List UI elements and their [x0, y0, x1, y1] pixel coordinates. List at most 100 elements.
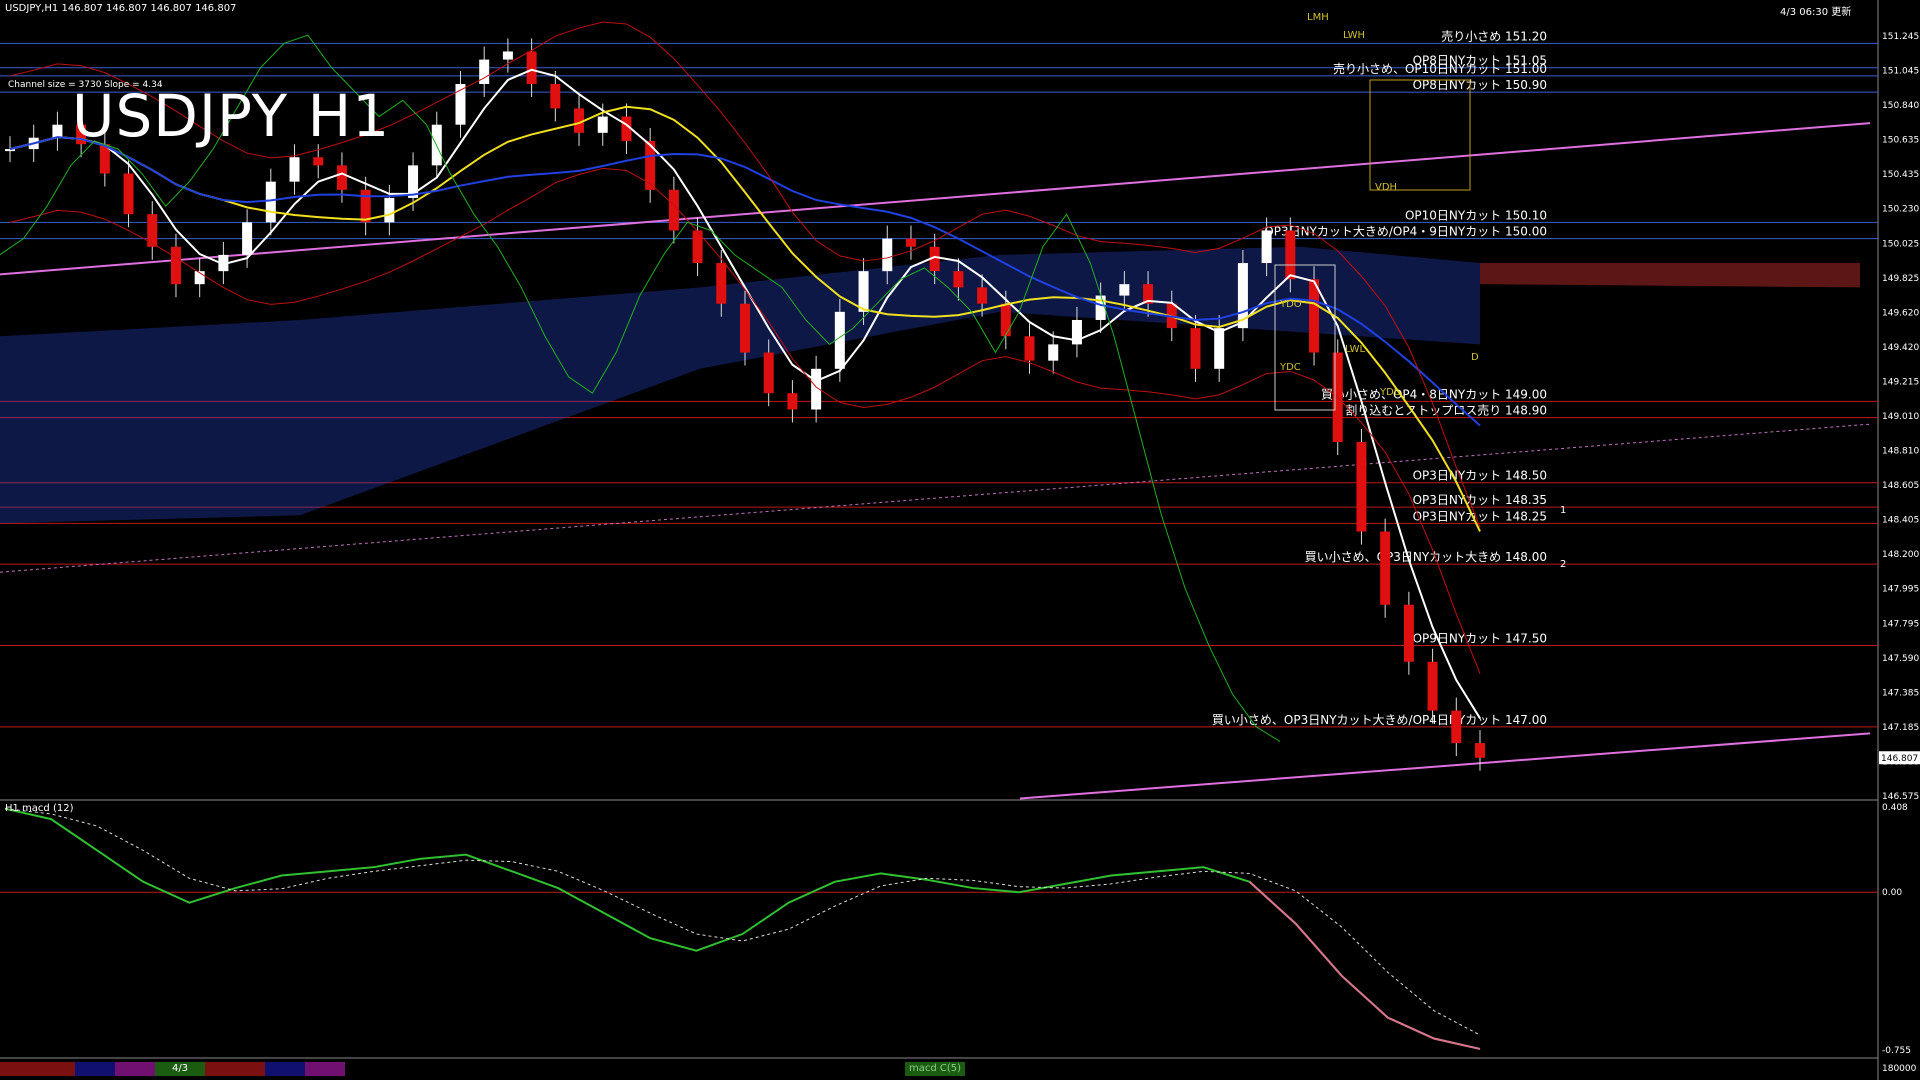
symbol-info: USDJPY,H1 146.807 146.807 146.807 146.80… [5, 3, 237, 14]
bottom-tab-bar[interactable]: 4/3 macd C(5) [0, 1062, 1880, 1076]
candle-body [502, 51, 513, 60]
box-label: LWH [1343, 30, 1365, 41]
ichimoku-cloud [0, 246, 1480, 524]
candle-body [526, 51, 537, 85]
price-tick-label: 147.185 [1882, 723, 1919, 733]
order-level-label: OP3日NYカット 148.25 [1413, 509, 1547, 523]
weekly-box [1369, 79, 1471, 191]
price-tick-label: 151.245 [1882, 32, 1919, 42]
price-tick-label: 148.605 [1882, 481, 1919, 491]
price-tick-label: 149.215 [1882, 377, 1919, 387]
candle-body [953, 271, 964, 288]
candle-body [123, 173, 134, 215]
box-label: VDH [1375, 182, 1397, 193]
box-label: LMH [1307, 12, 1329, 23]
macd-signal-line [4, 808, 1481, 1036]
candle-body [882, 238, 893, 272]
candle-body [787, 393, 798, 410]
order-level-label: OP3日NYカット 148.50 [1413, 469, 1547, 483]
candle-body [1261, 230, 1272, 264]
price-tick-label: 149.825 [1882, 274, 1919, 284]
tab-macd[interactable]: macd C(5) [905, 1062, 965, 1076]
price-tick-label: 148.405 [1882, 516, 1919, 526]
price-tick-label: 146.575 [1882, 792, 1919, 802]
order-level-label: OP10日NYカット 150.10 [1405, 208, 1547, 222]
order-level-label: 売り小さめ 151.20 [1441, 28, 1547, 43]
macd-falling-line [1248, 881, 1481, 1050]
price-tick-label: 149.620 [1882, 308, 1919, 318]
candle-body [1380, 531, 1391, 605]
candle-body [170, 246, 181, 285]
macd-level-label: 0.00 [1882, 888, 1902, 898]
candle-body [716, 263, 727, 304]
current-price-label: 146.807 [1881, 754, 1918, 764]
candle-body [1285, 230, 1296, 280]
order-level-label: 買い小さめ、OP3日NYカット大きめ/OP4日NYカット 147.00 [1212, 713, 1547, 727]
box-label: YDL [1379, 387, 1400, 398]
price-tick-label: 148.810 [1882, 447, 1919, 457]
candle-body [905, 238, 916, 247]
price-tick-label: 149.420 [1882, 343, 1919, 353]
candle-body [265, 181, 276, 223]
order-level-label: OP3日NYカット 148.35 [1413, 493, 1547, 507]
price-tick-label: 151.045 [1882, 67, 1919, 77]
order-level-label: OP9日NYカット 147.50 [1413, 631, 1547, 645]
candle-body [1190, 328, 1201, 369]
price-tick-label: 147.995 [1882, 585, 1919, 595]
macd-line [4, 807, 1481, 1050]
candle-body [1427, 661, 1438, 711]
candle-body [668, 189, 679, 231]
candle-body [242, 222, 253, 255]
candle-body [550, 84, 561, 109]
macd-level-label: 0.408 [1882, 803, 1908, 813]
candle-body [313, 157, 324, 166]
channel-info: Channel size = 3730 Slope = 4.34 [8, 80, 163, 90]
candle-body [1000, 303, 1011, 337]
price-tick-label: 150.230 [1882, 205, 1919, 215]
candle-body [834, 311, 845, 369]
price-tick-label: 150.840 [1882, 101, 1919, 111]
price-tick-label: 147.795 [1882, 619, 1919, 629]
chart-title: USDJPY H1 [72, 82, 391, 150]
candle-body [1214, 328, 1225, 369]
price-tick-label: 147.590 [1882, 654, 1919, 664]
candle-body [1024, 336, 1035, 361]
candle-body [52, 124, 63, 138]
candle-body [977, 287, 988, 304]
candle-body [1048, 344, 1059, 361]
macd-scale-bottom: 180000 [1882, 1064, 1917, 1074]
ichimoku-cloud-future [1480, 263, 1860, 288]
price-tick-label: 148.200 [1882, 550, 1919, 560]
box-label: YDO [1279, 299, 1302, 310]
chart-canvas: 151.245 151.045 150.840 150.635 150.435 150.2… [0, 0, 1920, 1080]
candle-body [597, 116, 608, 133]
candle-body [1403, 604, 1414, 662]
order-level-label: OP3日NYカット大きめ/OP4・9日NYカット 150.00 [1264, 225, 1547, 239]
candle-body [1475, 743, 1485, 758]
candle-body [479, 59, 490, 85]
candle-body [336, 165, 347, 190]
box-label: YDC [1279, 362, 1301, 373]
price-tick-label: 150.435 [1882, 170, 1919, 180]
macd-label: H1 macd (12) [5, 803, 74, 814]
candle-body [763, 352, 774, 394]
macd-level-label: -0.755 [1882, 1046, 1911, 1056]
price-tick-label: 150.025 [1882, 239, 1919, 249]
candle-body [5, 149, 15, 152]
price-tick-label: 147.385 [1882, 688, 1919, 698]
candle-body [858, 271, 869, 312]
box-label: D [1471, 352, 1479, 363]
order-level-label: 売り小さめ、OP10日NYカット 151.00 [1333, 61, 1547, 76]
candle-body [384, 197, 395, 223]
candle-body [1356, 442, 1367, 532]
candle-body [360, 189, 371, 223]
order-level-label: 買い小さめ、OP3日NYカット大きめ 148.00 [1305, 550, 1547, 564]
updated-time: 4/3 06:30 更新 [1780, 7, 1852, 18]
channel-lower-line [1019, 732, 1871, 800]
price-tick-label: 149.010 [1882, 412, 1919, 422]
candle-body [1119, 284, 1130, 296]
tab-date[interactable]: 4/3 [155, 1062, 205, 1076]
candle-body [1451, 710, 1462, 744]
box-label: 2 [1560, 559, 1566, 570]
order-level-label: 割り込むとストップロス売り 148.90 [1345, 403, 1547, 418]
